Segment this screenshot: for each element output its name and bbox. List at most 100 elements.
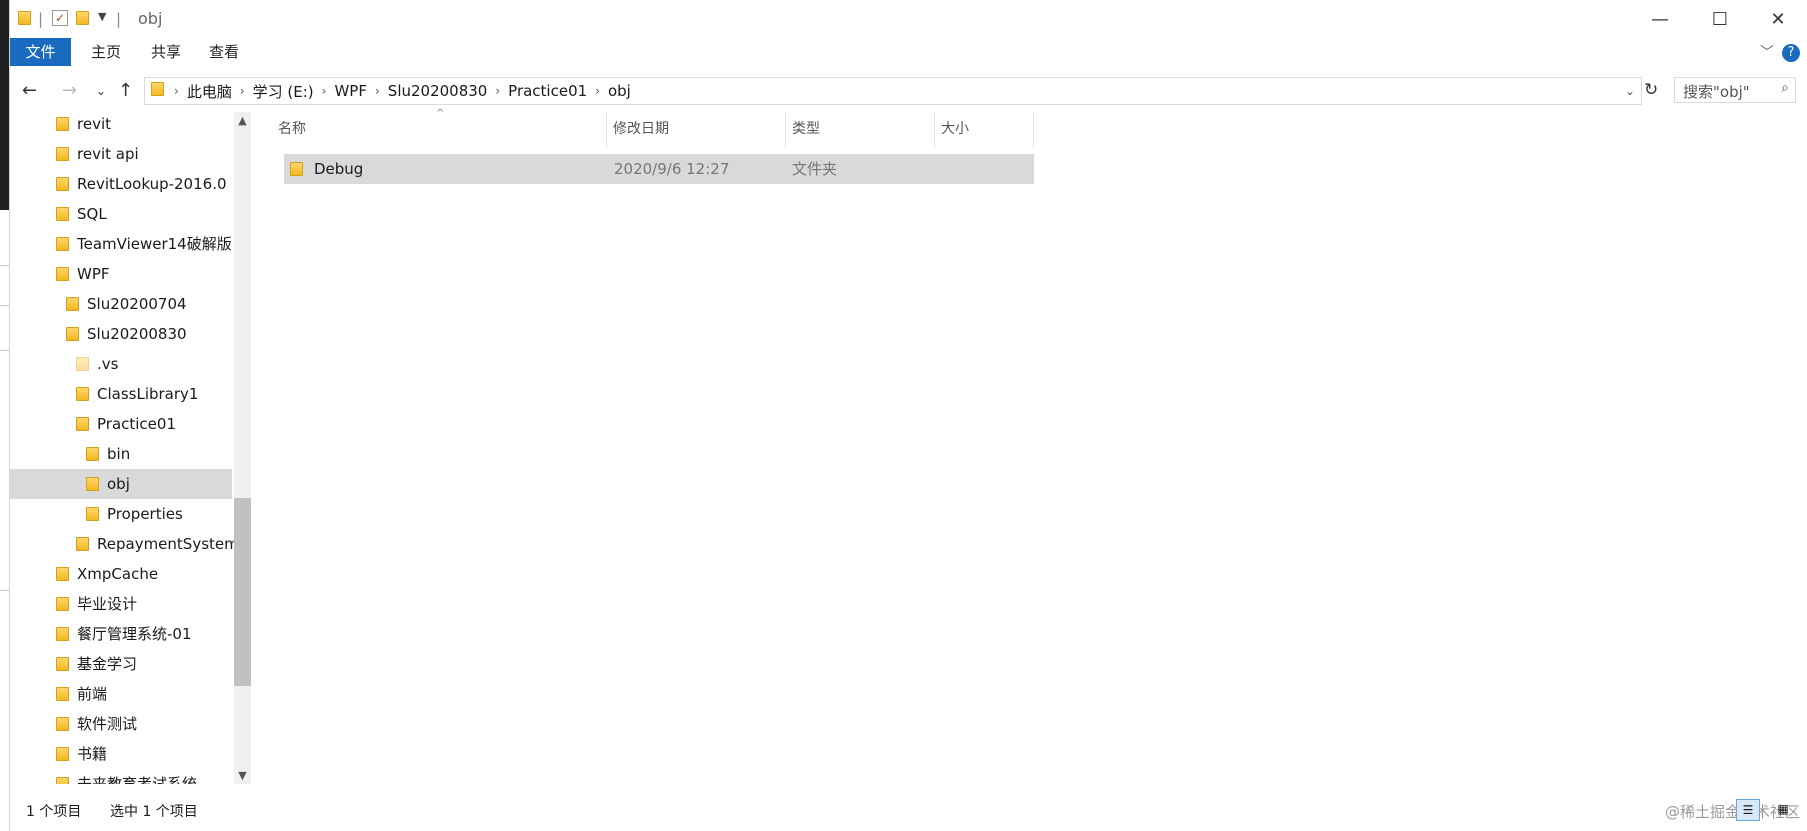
recent-locations-icon[interactable]: ⌄ [96,84,106,98]
search-icon[interactable]: ⌕ [1781,80,1789,96]
tree-item-selected[interactable]: obj [10,469,232,499]
background-window-dark-area [0,0,9,210]
chevron-right-icon[interactable]: › [593,84,602,98]
minimize-button[interactable]: — [1630,0,1690,38]
folder-icon [86,507,99,521]
scroll-down-icon[interactable]: ▼ [234,769,251,782]
address-bar[interactable]: › 此电脑 › 学习 (E:) › WPF › Slu20200830 › Pr… [144,77,1642,105]
tree-item[interactable]: XmpCache [56,559,158,589]
address-dropdown-icon[interactable]: ⌄ [1625,84,1635,98]
folder-icon [56,177,69,191]
column-header-size[interactable]: 大小 [935,112,1034,148]
tree-item[interactable]: 基金学习 [56,649,137,679]
back-button[interactable]: ← [22,80,37,101]
selected-count: 选中 1 个项目 [110,804,198,820]
file-date: 2020/9/6 12:27 [614,160,730,178]
search-input[interactable]: 搜索"obj" ⌕ [1674,77,1796,103]
tree-item[interactable]: revit [56,112,111,139]
tree-item[interactable]: TeamViewer14破解版 [56,229,232,259]
folder-icon [56,657,69,671]
table-row[interactable]: Debug 2020/9/6 12:27 文件夹 [284,154,1034,184]
scroll-up-icon[interactable]: ▲ [234,114,251,127]
folder-icon [56,627,69,641]
breadcrumb-this-pc[interactable]: 此电脑 [181,81,238,102]
background-divider [0,590,9,591]
background-divider [0,350,9,351]
up-button[interactable]: ↑ [118,80,133,101]
tree-item[interactable]: ClassLibrary1 [76,379,198,409]
title-separator: | [116,10,122,28]
expand-ribbon-icon[interactable]: ﹀ [1760,42,1774,62]
maximize-button[interactable]: ☐ [1690,0,1750,38]
chevron-right-icon[interactable]: › [238,84,247,98]
tree-item[interactable]: Slu20200704 [66,289,187,319]
search-placeholder: 搜索"obj" [1683,83,1750,101]
tree-item[interactable]: WPF [56,259,110,289]
file-explorer-window: | ✓ ▼ | obj — ☐ ✕ 文件 主页 共享 查看 ﹀ ? ← → ⌄ … [9,0,1807,831]
refresh-button[interactable]: ↻ [1644,80,1658,100]
tree-item[interactable]: Slu20200830 [66,319,187,349]
file-name: Debug [314,160,364,178]
properties-icon[interactable]: ✓ [52,10,68,26]
title-separator: | [38,10,44,28]
tree-item[interactable]: RevitLookup-2016.0 [56,169,227,199]
breadcrumb-drive[interactable]: 学习 (E:) [247,81,320,102]
new-folder-icon[interactable] [76,10,92,26]
help-button[interactable]: ? [1782,44,1800,62]
file-type: 文件夹 [792,160,838,178]
close-button[interactable]: ✕ [1748,0,1807,38]
folder-icon [66,327,79,341]
tab-file[interactable]: 文件 [10,38,71,66]
breadcrumb-practice01[interactable]: Practice01 [502,82,593,100]
chevron-right-icon[interactable]: › [172,84,181,98]
folder-icon [56,777,69,784]
tree-item[interactable]: .vs [76,349,118,379]
scrollbar-thumb[interactable] [234,498,251,686]
tree-item[interactable]: Properties [86,499,183,529]
breadcrumb-slu20200830[interactable]: Slu20200830 [382,82,494,100]
folder-icon [76,537,89,551]
tree-item[interactable]: 餐厅管理系统-01 [56,619,192,649]
tree-item[interactable]: revit api [56,139,139,169]
tab-share[interactable]: 共享 [138,38,194,66]
tree-item[interactable]: 未来教育考试系统 [56,769,197,784]
folder-icon [151,82,164,100]
tree-item[interactable]: RepaymentSystem [76,529,234,559]
chevron-right-icon[interactable]: › [373,84,382,98]
breadcrumb-obj[interactable]: obj [602,82,637,100]
tree-item[interactable]: SQL [56,199,107,229]
tree-item[interactable]: 前端 [56,679,107,709]
background-divider [0,305,9,306]
folder-icon [76,387,89,401]
folder-icon [18,10,34,26]
navigation-bar: ← → ⌄ ↑ › 此电脑 › 学习 (E:) › WPF › Slu20200… [10,74,1807,108]
background-divider [0,265,9,266]
folder-icon [56,567,69,581]
quick-access-dropdown-icon[interactable]: ▼ [98,10,114,26]
tree-scrollbar[interactable]: ▲ ▼ [234,112,251,784]
tree-item[interactable]: Practice01 [76,409,176,439]
folder-icon [66,297,79,311]
column-header-date[interactable]: 修改日期 [607,112,786,148]
forward-button[interactable]: → [62,80,77,101]
column-header-name[interactable]: 名称 [272,112,607,148]
folder-icon [290,162,303,180]
tab-view[interactable]: 查看 [196,38,252,66]
tree-item[interactable]: bin [86,439,130,469]
tree-item[interactable]: 书籍 [56,739,107,769]
folder-icon [86,477,99,491]
details-view-icon[interactable]: ☰ [1736,799,1760,821]
folder-icon [56,267,69,281]
tree-item[interactable]: 毕业设计 [56,589,137,619]
window-title: obj [138,9,163,28]
breadcrumb-wpf[interactable]: WPF [328,82,373,100]
chevron-right-icon[interactable]: › [320,84,329,98]
column-header-type[interactable]: 类型 [786,112,935,148]
chevron-right-icon[interactable]: › [493,84,502,98]
file-list: ^ 名称 修改日期 类型 大小 Debug 2020/9/6 12:27 文件夹 [272,108,1807,791]
folder-icon [76,417,89,431]
tree-item[interactable]: 软件测试 [56,709,137,739]
large-icons-view-icon[interactable]: ▦ [1772,799,1794,819]
tab-home[interactable]: 主页 [78,38,134,66]
folder-icon [56,117,69,131]
